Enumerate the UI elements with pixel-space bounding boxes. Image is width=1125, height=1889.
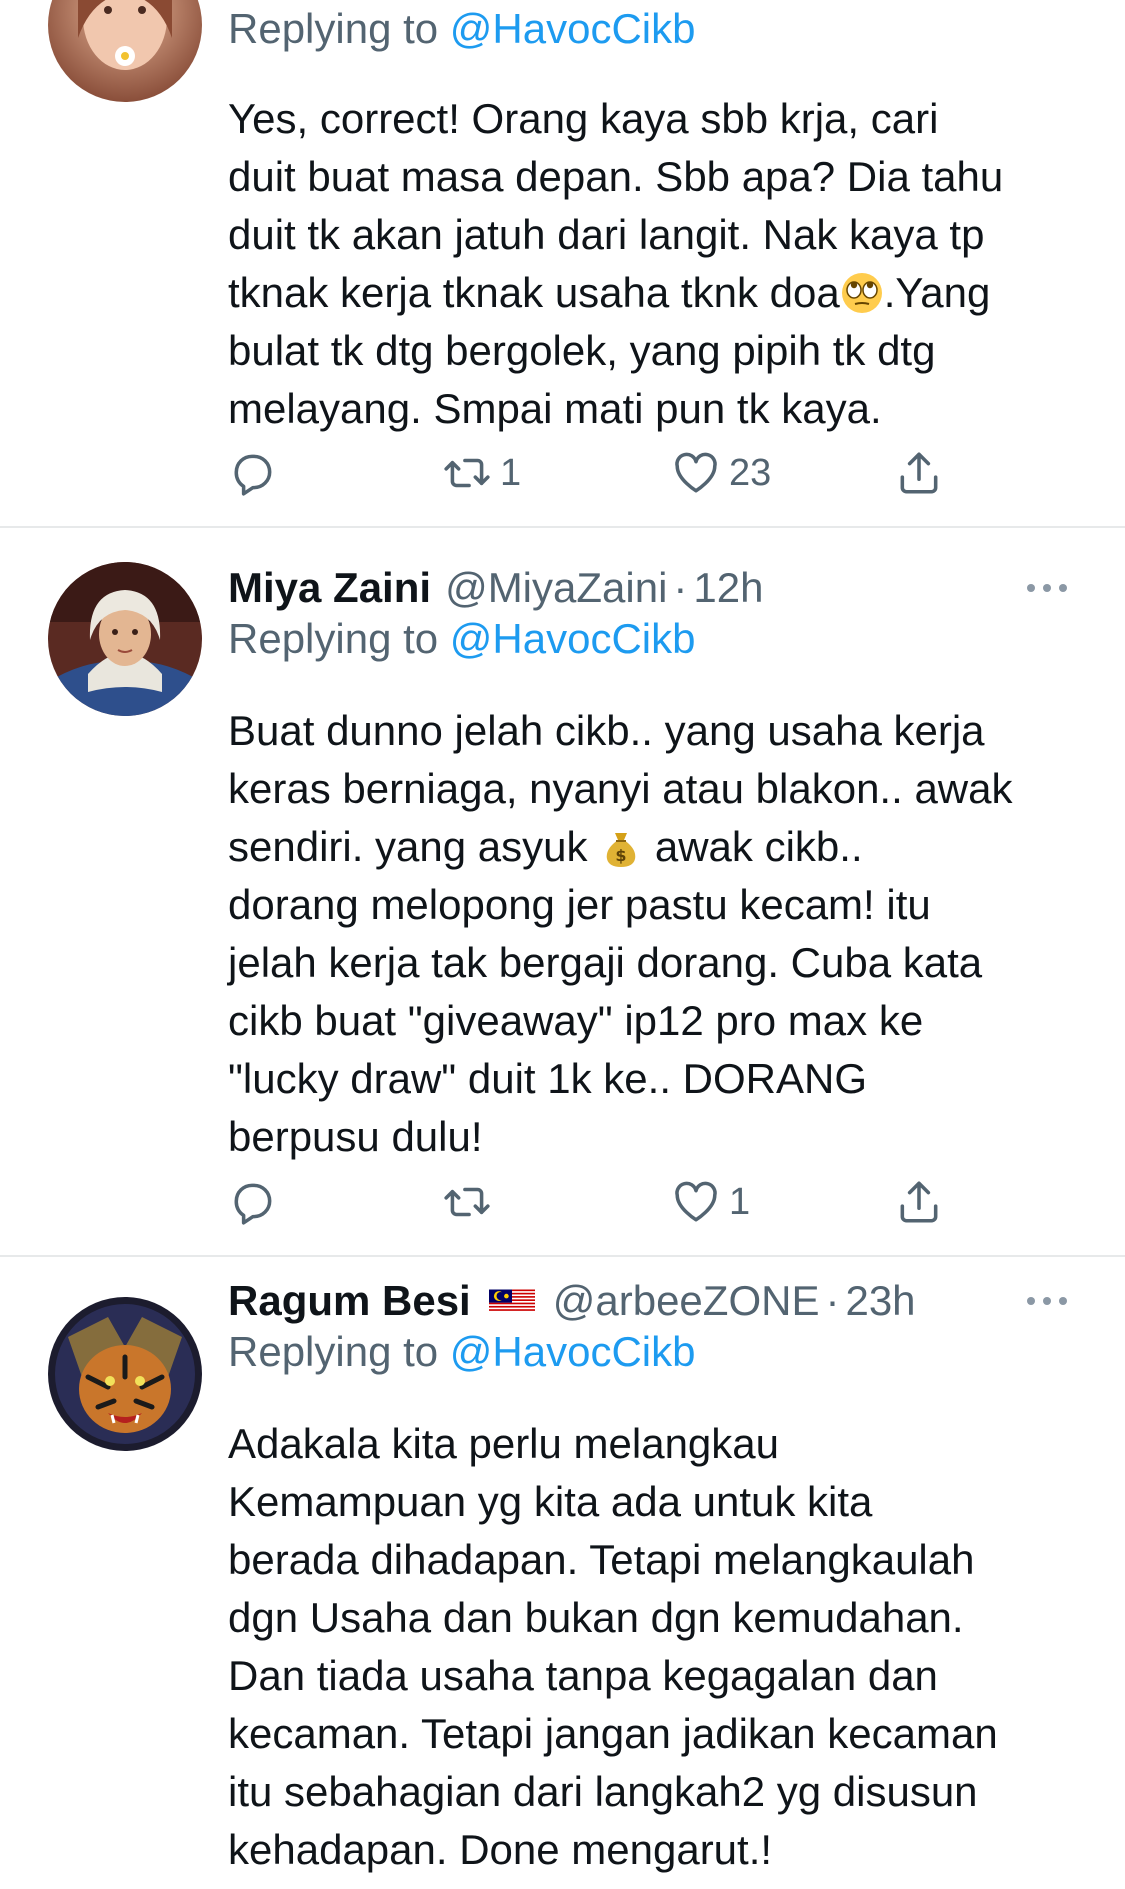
text-line: duit buat masa depan. Sbb apa? Dia tahu	[228, 153, 1004, 200]
text-line: berpusu dulu!	[228, 1113, 483, 1160]
avatar[interactable]	[48, 0, 202, 102]
text-line: itu sebahagian dari langkah2 yg disusun	[228, 1768, 978, 1815]
tweet-actions: 1 23	[228, 443, 948, 503]
text-line: duit tk akan jatuh dari langit. Nak kaya…	[228, 211, 985, 258]
replying-label: Replying to	[228, 1328, 439, 1375]
more-icon	[1027, 584, 1067, 592]
reply-button[interactable]	[228, 1172, 278, 1232]
text-line: jelah kerja tak bergaji dorang. Cuba kat…	[228, 939, 983, 986]
tweet-header: Ragum Besi @arbeeZONE · 23h	[228, 1271, 1089, 1331]
reply-icon	[234, 1183, 272, 1225]
more-icon	[1027, 1297, 1067, 1305]
text-line: sendiri. yang asyuk $ awak cikb..	[228, 818, 1089, 876]
rolling-eyes-emoji	[841, 273, 882, 313]
text-line: kecaman. Tetapi jangan jadikan kecaman	[228, 1710, 998, 1757]
retweet-icon	[444, 1187, 490, 1217]
text-line: dgn Usaha dan bukan dgn kemudahan.	[228, 1594, 964, 1641]
text-line: tknak kerja tknak usaha tknk doa .Yang	[228, 264, 1089, 322]
heart-icon	[675, 1181, 717, 1222]
user-handle[interactable]: @arbeeZONE	[553, 1277, 820, 1325]
tweet-header: Miya Zaini @MiyaZaini · 12h	[228, 558, 1089, 618]
retweet-count: 1	[500, 451, 522, 494]
share-icon	[900, 1181, 938, 1223]
avatar[interactable]	[48, 1297, 202, 1451]
timestamp[interactable]: 12h	[693, 564, 763, 612]
heart-icon	[675, 452, 717, 493]
user-handle[interactable]: @MiyaZaini	[445, 564, 667, 612]
share-button[interactable]	[894, 1172, 944, 1232]
reply-icon	[234, 454, 272, 496]
tweet-1[interactable]: Replying to @HavocCikb Yes, correct! Ora…	[0, 0, 1125, 526]
text-line: kehadapan. Done mengarut.!	[228, 1826, 773, 1873]
replying-to: Replying to @HavocCikb	[228, 1323, 1089, 1381]
svg-text:$: $	[616, 846, 627, 865]
more-options-button[interactable]	[1017, 1271, 1077, 1331]
text-line: Adakala kita perlu melangkau	[228, 1420, 780, 1467]
avatar[interactable]	[48, 562, 202, 716]
text-segment: tknak kerja tknak usaha tknk doa	[228, 269, 840, 316]
text-line: Buat dunno jelah cikb.. yang usaha kerja	[228, 707, 985, 754]
tweet-3[interactable]: Ragum Besi @arbeeZONE · 23h Replying to …	[0, 1257, 1125, 1889]
retweet-button[interactable]	[442, 1172, 492, 1232]
text-segment: .Yang	[883, 269, 991, 316]
reply-button[interactable]	[228, 443, 278, 503]
text-line: Kemampuan yg kita ada untuk kita	[228, 1478, 873, 1525]
text-line: "lucky draw" duit 1k ke.. DORANG	[228, 1055, 868, 1102]
replying-label: Replying to	[228, 615, 439, 662]
text-segment: awak cikb..	[643, 823, 863, 870]
money-bag-emoji: $	[606, 833, 636, 867]
share-icon	[900, 452, 938, 494]
text-line: Dan tiada usaha tanpa kegagalan dan	[228, 1652, 938, 1699]
separator: ·	[673, 564, 688, 611]
tweet-text: Yes, correct! Orang kaya sbb krja, cari …	[228, 90, 1089, 438]
text-line: melayang. Smpai mati pun tk kaya.	[228, 385, 882, 432]
text-line: keras berniaga, nyanyi atau blakon.. awa…	[228, 765, 1013, 812]
tweet-actions: 1	[228, 1172, 948, 1232]
separator: ·	[825, 1277, 840, 1324]
like-count: 23	[729, 451, 772, 494]
like-button[interactable]: 23	[671, 443, 771, 503]
retweet-button[interactable]: 1	[442, 443, 521, 503]
text-line: berada dihadapan. Tetapi melangkaulah	[228, 1536, 975, 1583]
replying-to: Replying to @HavocCikb	[228, 610, 1089, 668]
text-segment: sendiri. yang asyuk	[228, 823, 588, 870]
mention-link[interactable]: @HavocCikb	[450, 1328, 696, 1375]
share-button[interactable]	[894, 443, 944, 503]
replying-label: Replying to	[228, 5, 439, 52]
tweet-text: Buat dunno jelah cikb.. yang usaha kerja…	[228, 702, 1089, 1166]
text-line: dorang melopong jer pastu kecam! itu	[228, 881, 931, 928]
retweet-icon	[444, 458, 490, 488]
text-line: bulat tk dtg bergolek, yang pipih tk dtg	[228, 327, 936, 374]
mention-link[interactable]: @HavocCikb	[450, 5, 696, 52]
like-button[interactable]: 1	[671, 1172, 750, 1232]
tweet-2[interactable]: Miya Zaini @MiyaZaini · 12h Replying to …	[0, 528, 1125, 1255]
replying-to: Replying to @HavocCikb	[228, 0, 1089, 58]
display-name[interactable]: Miya Zaini	[228, 564, 431, 612]
text-line: Yes, correct! Orang kaya sbb krja, cari	[228, 95, 939, 142]
timestamp[interactable]: 23h	[845, 1277, 915, 1325]
malaysia-flag-icon	[488, 1289, 535, 1313]
like-count: 1	[729, 1180, 751, 1223]
tweet-text: Adakala kita perlu melangkau Kemampuan y…	[228, 1415, 1089, 1879]
text-line: cikb buat "giveaway" ip12 pro max ke	[228, 997, 924, 1044]
display-name[interactable]: Ragum Besi	[228, 1277, 471, 1325]
more-options-button[interactable]	[1017, 558, 1077, 618]
mention-link[interactable]: @HavocCikb	[450, 615, 696, 662]
